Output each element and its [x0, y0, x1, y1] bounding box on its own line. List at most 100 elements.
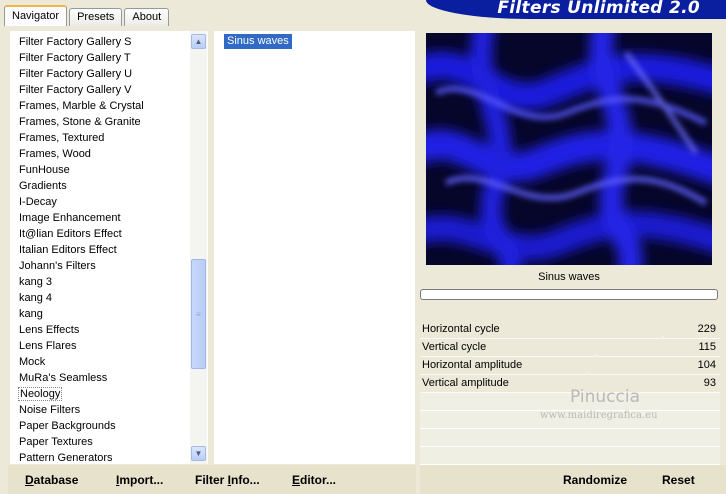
category-item-label: Lens Flares	[19, 340, 77, 352]
category-item[interactable]: Pattern Generators	[11, 450, 191, 464]
param-label: Horizontal amplitude	[422, 359, 523, 371]
category-item[interactable]: Image Enhancement	[11, 210, 191, 226]
category-item-label: kang	[19, 308, 43, 320]
tab-bar: Navigator Presets About	[4, 4, 171, 26]
chevron-up-icon: ▲	[194, 37, 203, 46]
param-slider[interactable]	[528, 329, 678, 344]
filter-info-button-label: nfo...	[231, 473, 260, 487]
import-button-label: mport...	[119, 473, 164, 487]
category-item-label: FunHouse	[19, 164, 70, 176]
app-title: Filters Unlimited 2.0	[497, 0, 700, 18]
param-label: Vertical amplitude	[422, 377, 509, 389]
category-scrollbar[interactable]: ▲ ≡ ▼	[190, 31, 207, 464]
editor-button-mnemonic: E	[292, 473, 301, 487]
param-slider[interactable]	[528, 347, 678, 362]
category-item-label: Johann's Filters	[19, 260, 96, 272]
category-item-label: Frames, Marble & Crystal	[19, 100, 144, 112]
category-item[interactable]: Noise Filters	[11, 402, 191, 418]
category-item-label: Paper Backgrounds	[19, 420, 116, 432]
param-value: 229	[697, 323, 716, 335]
category-item[interactable]: Filter Factory Gallery V	[11, 82, 191, 98]
category-items: Filter Factory Gallery S Filter Factory G…	[11, 34, 191, 464]
param-slider[interactable]	[528, 383, 678, 398]
watermark-name: Pinuccia	[570, 387, 640, 407]
category-item-label: Filter Factory Gallery T	[19, 52, 131, 64]
category-item[interactable]: kang	[11, 306, 191, 322]
category-item-label: MuRa's Seamless	[19, 372, 108, 384]
watermark-url: www.maidiregrafica.eu	[540, 410, 658, 421]
category-item[interactable]: Frames, Stone & Granite	[11, 114, 191, 130]
param-value: 104	[697, 359, 716, 371]
category-item-label: Filter Factory Gallery S	[19, 36, 132, 48]
category-item[interactable]: kang 3	[11, 274, 191, 290]
category-item-label: Paper Textures	[19, 436, 93, 448]
category-item[interactable]: kang 4	[11, 290, 191, 306]
chevron-down-icon: ▼	[194, 449, 203, 458]
category-item[interactable]: Neology	[11, 386, 191, 402]
category-item-label: kang 3	[19, 276, 53, 288]
category-item[interactable]: Paper Backgrounds	[11, 418, 191, 434]
param-slider[interactable]	[528, 365, 678, 380]
progress-bar	[420, 289, 718, 300]
import-button[interactable]: Import...	[116, 473, 163, 487]
category-item[interactable]: Lens Effects	[11, 322, 191, 338]
category-item[interactable]: Frames, Textured	[11, 130, 191, 146]
category-item[interactable]: Mock	[11, 354, 191, 370]
category-item-label: Pattern Generators	[19, 452, 113, 464]
category-item[interactable]: FunHouse	[11, 162, 191, 178]
param-row-horizontal-cycle[interactable]: Horizontal cycle 229	[420, 321, 720, 344]
category-item-label: Frames, Textured	[19, 132, 105, 144]
filter-list[interactable]: Sinus waves	[214, 31, 415, 464]
param-label: Horizontal cycle	[422, 323, 500, 335]
scroll-thumb[interactable]: ≡	[191, 259, 206, 369]
category-item-label: Filter Factory Gallery U	[19, 68, 133, 80]
editor-button[interactable]: Editor...	[292, 473, 336, 487]
category-item-label: Gradients	[19, 180, 67, 192]
category-item-label: Italian Editors Effect	[19, 244, 117, 256]
randomize-button[interactable]: Randomize	[563, 473, 627, 487]
preview-filter-name: Sinus waves	[538, 271, 600, 283]
tab-navigator[interactable]: Navigator	[4, 5, 68, 26]
reset-button[interactable]: Reset	[662, 473, 695, 487]
category-item[interactable]: Filter Factory Gallery S	[11, 34, 191, 50]
tab-about[interactable]: About	[124, 8, 170, 26]
category-item-label: Noise Filters	[19, 404, 81, 416]
scroll-down-button[interactable]: ▼	[191, 446, 206, 461]
category-item[interactable]: Johann's Filters	[11, 258, 191, 274]
param-row-horizontal-amplitude[interactable]: Horizontal amplitude 104	[420, 357, 720, 380]
preview-image	[426, 33, 712, 265]
category-item-label: Mock	[19, 356, 46, 368]
category-item-label: Lens Effects	[19, 324, 80, 336]
category-list[interactable]: Filter Factory Gallery S Filter Factory G…	[10, 31, 208, 464]
category-item-label: Frames, Stone & Granite	[19, 116, 141, 128]
category-item-label: Filter Factory Gallery V	[19, 84, 132, 96]
category-item-label: Frames, Wood	[19, 148, 91, 160]
category-item[interactable]: I-Decay	[11, 194, 191, 210]
tab-presets[interactable]: Presets	[69, 8, 123, 26]
preview-wave-image	[426, 33, 712, 265]
category-item-label: Image Enhancement	[19, 212, 121, 224]
category-item[interactable]: Lens Flares	[11, 338, 191, 354]
category-item[interactable]: MuRa's Seamless	[11, 370, 191, 386]
param-value: 115	[698, 341, 716, 353]
filter-info-button[interactable]: Filter Info...	[195, 473, 260, 487]
category-item[interactable]: Filter Factory Gallery T	[11, 50, 191, 66]
category-item[interactable]: Paper Textures	[11, 434, 191, 450]
database-button[interactable]: Database	[25, 473, 78, 487]
category-item[interactable]: Italian Editors Effect	[11, 242, 191, 258]
category-item[interactable]: Filter Factory Gallery U	[11, 66, 191, 82]
param-row-empty	[420, 429, 720, 447]
scroll-up-button[interactable]: ▲	[191, 34, 206, 49]
filter-item-sinus-waves[interactable]: Sinus waves	[224, 34, 292, 49]
category-item-label: kang 4	[19, 292, 53, 304]
category-item[interactable]: It@lian Editors Effect	[11, 226, 191, 242]
param-value: 93	[703, 377, 716, 389]
category-item-label: Neology	[17, 387, 63, 401]
category-item[interactable]: Frames, Marble & Crystal	[11, 98, 191, 114]
param-label: Vertical cycle	[422, 341, 487, 353]
param-row-empty	[420, 447, 720, 465]
category-item[interactable]: Gradients	[11, 178, 191, 194]
grip-icon: ≡	[196, 309, 201, 319]
category-item[interactable]: Frames, Wood	[11, 146, 191, 162]
param-row-vertical-cycle[interactable]: Vertical cycle 115	[420, 339, 720, 362]
